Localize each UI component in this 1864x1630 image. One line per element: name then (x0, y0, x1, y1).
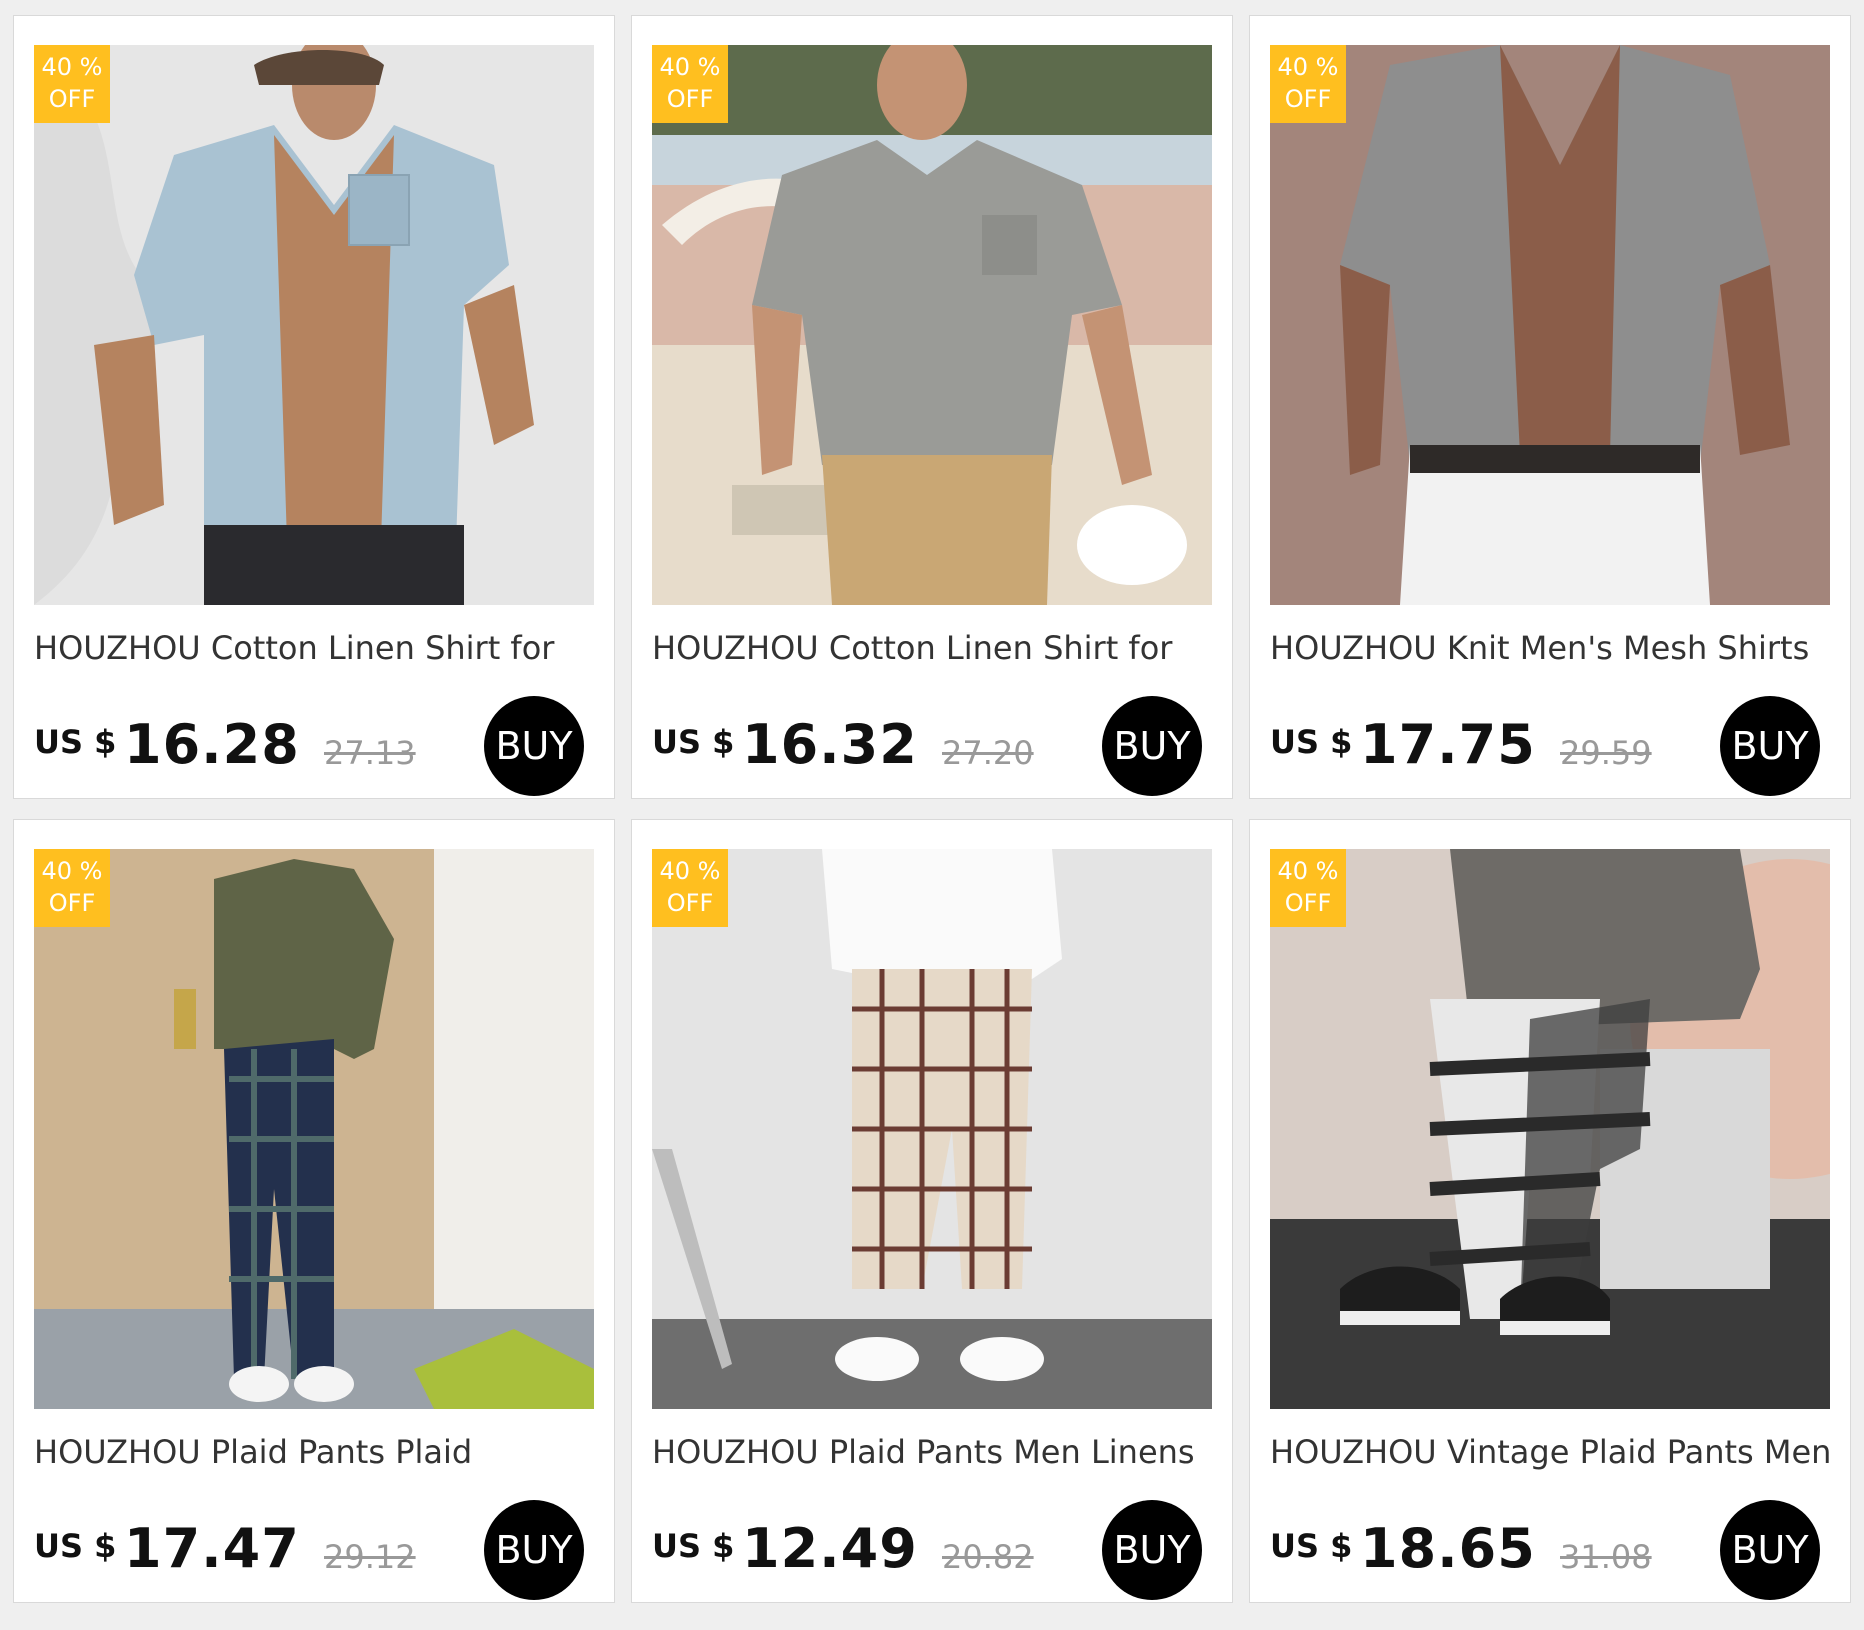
product-photo (652, 849, 1212, 1409)
original-price: 31.08 (1560, 1538, 1652, 1576)
discount-percent: 40 % (659, 53, 721, 81)
discount-percent: 40 % (659, 857, 721, 885)
discount-percent: 40 % (41, 857, 103, 885)
buy-button[interactable]: BUY (484, 1500, 584, 1600)
original-price: 27.13 (324, 734, 416, 772)
product-title[interactable]: HOUZHOU Cotton Linen Shirt for (652, 626, 1212, 670)
product-card[interactable]: 40 % OFF HOUZHOU Knit Men's Mesh Shirts … (1249, 15, 1851, 799)
currency-label: US $ (34, 723, 117, 761)
sale-price: 17.47 (124, 1517, 300, 1580)
product-photo (1270, 849, 1830, 1409)
currency-label: US $ (652, 1527, 735, 1565)
product-card[interactable]: 40 % OFF HOUZHOU Plaid Pants Plaid US $ … (13, 819, 615, 1603)
discount-badge: 40 % OFF (1270, 45, 1346, 123)
original-price: 29.12 (324, 1538, 416, 1576)
sale-price: 12.49 (742, 1517, 918, 1580)
product-photo (34, 45, 594, 605)
product-title[interactable]: HOUZHOU Plaid Pants Plaid (34, 1430, 594, 1474)
discount-off-label: OFF (666, 889, 714, 917)
product-title[interactable]: HOUZHOU Knit Men's Mesh Shirts (1270, 626, 1830, 670)
currency-label: US $ (1270, 723, 1353, 761)
sale-price: 16.28 (124, 713, 300, 776)
discount-badge: 40 % OFF (652, 45, 728, 123)
currency-label: US $ (34, 1527, 117, 1565)
product-grid: 40 % OFF HOUZHOU Cotton Linen Shirt for … (0, 0, 1864, 1630)
product-title[interactable]: HOUZHOU Cotton Linen Shirt for (34, 626, 594, 670)
product-card[interactable]: 40 % OFF HOUZHOU Vintage Plaid Pants Men… (1249, 819, 1851, 1603)
product-card[interactable]: 40 % OFF HOUZHOU Cotton Linen Shirt for … (631, 15, 1233, 799)
discount-badge: 40 % OFF (34, 849, 110, 927)
product-image[interactable] (34, 45, 594, 605)
product-image[interactable] (1270, 45, 1830, 605)
buy-button[interactable]: BUY (1102, 1500, 1202, 1600)
original-price: 29.59 (1560, 734, 1652, 772)
sale-price: 18.65 (1360, 1517, 1536, 1580)
product-card[interactable]: 40 % OFF HOUZHOU Cotton Linen Shirt for … (13, 15, 615, 799)
discount-off-label: OFF (48, 889, 96, 917)
currency-label: US $ (1270, 1527, 1353, 1565)
product-photo (34, 849, 594, 1409)
discount-percent: 40 % (1277, 53, 1339, 81)
discount-off-label: OFF (48, 85, 96, 113)
discount-off-label: OFF (666, 85, 714, 113)
product-photo (652, 45, 1212, 605)
discount-badge: 40 % OFF (652, 849, 728, 927)
buy-button[interactable]: BUY (1102, 696, 1202, 796)
product-image[interactable] (652, 849, 1212, 1409)
original-price: 27.20 (942, 734, 1034, 772)
product-title[interactable]: HOUZHOU Plaid Pants Men Linens (652, 1430, 1212, 1474)
product-card[interactable]: 40 % OFF HOUZHOU Plaid Pants Men Linens … (631, 819, 1233, 1603)
product-title[interactable]: HOUZHOU Vintage Plaid Pants Men (1270, 1430, 1830, 1474)
product-photo (1270, 45, 1830, 605)
discount-percent: 40 % (1277, 857, 1339, 885)
buy-button[interactable]: BUY (1720, 1500, 1820, 1600)
original-price: 20.82 (942, 1538, 1034, 1576)
sale-price: 16.32 (742, 713, 918, 776)
discount-off-label: OFF (1284, 889, 1332, 917)
buy-button[interactable]: BUY (1720, 696, 1820, 796)
sale-price: 17.75 (1360, 713, 1536, 776)
currency-label: US $ (652, 723, 735, 761)
buy-button[interactable]: BUY (484, 696, 584, 796)
product-image[interactable] (34, 849, 594, 1409)
discount-percent: 40 % (41, 53, 103, 81)
product-image[interactable] (652, 45, 1212, 605)
product-image[interactable] (1270, 849, 1830, 1409)
discount-badge: 40 % OFF (34, 45, 110, 123)
discount-badge: 40 % OFF (1270, 849, 1346, 927)
discount-off-label: OFF (1284, 85, 1332, 113)
